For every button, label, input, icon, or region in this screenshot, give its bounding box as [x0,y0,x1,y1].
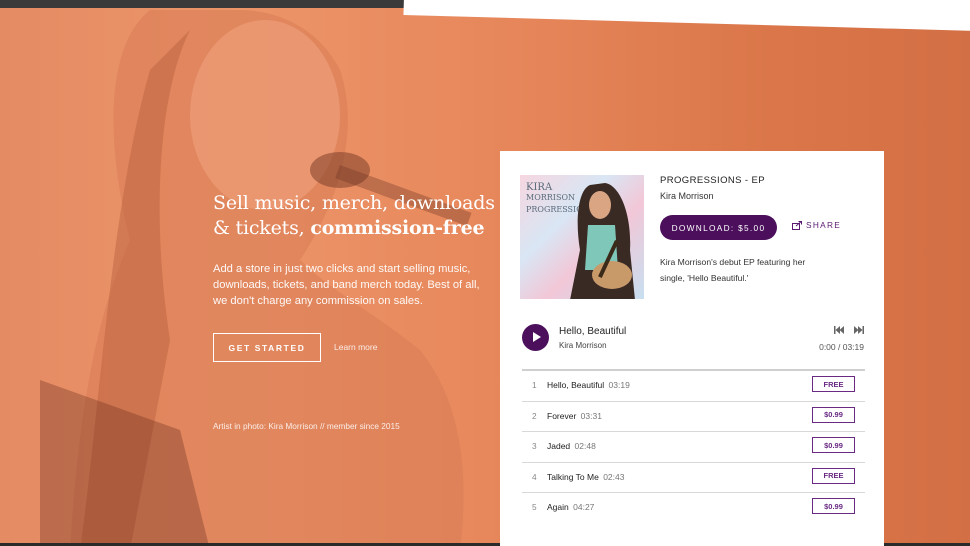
track-price-button[interactable]: $0.99 [812,498,855,514]
audio-player: Hello, Beautiful Kira Morrison 0:00 / 03… [522,324,864,354]
now-playing-artist: Kira Morrison [559,341,607,350]
track-price-button[interactable]: FREE [812,376,855,392]
track-price-button[interactable]: $0.99 [812,406,855,423]
track-row[interactable]: 3 Jaded 02:48 $0.99 [522,431,865,462]
track-price-button[interactable]: $0.99 [812,437,855,453]
share-icon [792,220,802,230]
track-duration: 02:48 [574,441,596,451]
track-number: 2 [532,410,537,421]
track-duration: 02:43 [603,471,625,482]
learn-more-link[interactable]: Learn more [334,342,377,352]
previous-track-icon[interactable] [834,326,844,334]
track-row[interactable]: 1 Hello, Beautiful 03:19 FREE [522,369,865,401]
hero-subtext: Add a store in just two clicks and start… [213,263,480,307]
track-row[interactable]: 5 Again 04:27 $0.99 [522,492,865,523]
album-artist: Kira Morrison [660,191,714,201]
track-title: Talking To Me 02:43 [547,471,625,482]
track-duration: 03:19 [608,380,630,390]
track-number: 5 [532,502,537,512]
get-started-button[interactable]: GET STARTED [213,333,321,362]
hero-headline: Sell music, merch, downloads & tickets, … [213,191,503,241]
download-button[interactable]: DOWNLOAD: $5.00 [660,215,777,240]
album-info: PROGRESSIONS - EP Kira Morrison [660,175,870,201]
track-title: Jaded 02:48 [547,441,596,451]
track-number: 4 [532,471,537,482]
cover-photo [570,183,635,299]
share-button[interactable]: SHARE [792,220,841,230]
playback-time: 0:00 / 03:19 [819,342,864,352]
track-title: Hello, Beautiful 03:19 [547,380,630,390]
track-controls [834,326,864,334]
album-cover[interactable]: KIRA MORRISON PROGRESSIONS [520,175,644,299]
track-title: Forever 03:31 [547,410,602,421]
track-number: 1 [532,380,537,390]
track-list: 1 Hello, Beautiful 03:19 FREE 2 Forever … [522,369,865,523]
now-playing-title: Hello, Beautiful [559,326,627,337]
track-row[interactable]: 2 Forever 03:31 $0.99 [522,400,865,432]
store-widget: KIRA MORRISON PROGRESSIONS PROGRESSIONS … [500,151,884,546]
track-row[interactable]: 4 Talking To Me 02:43 FREE [522,461,865,493]
track-number: 3 [532,441,537,451]
headline-bold: commission-free [310,217,485,239]
track-title: Again 04:27 [547,502,595,512]
album-title: PROGRESSIONS - EP [660,175,765,186]
play-button[interactable] [522,324,549,351]
track-duration: 03:31 [580,410,602,421]
track-price-button[interactable]: FREE [812,467,855,484]
album-description: Kira Morrison's debut EP featuring her s… [660,257,806,283]
photo-credit: Artist in photo: Kira Morrison // member… [213,421,400,431]
next-track-icon[interactable] [854,326,864,334]
track-duration: 04:27 [573,502,595,512]
share-label: SHARE [806,220,842,230]
